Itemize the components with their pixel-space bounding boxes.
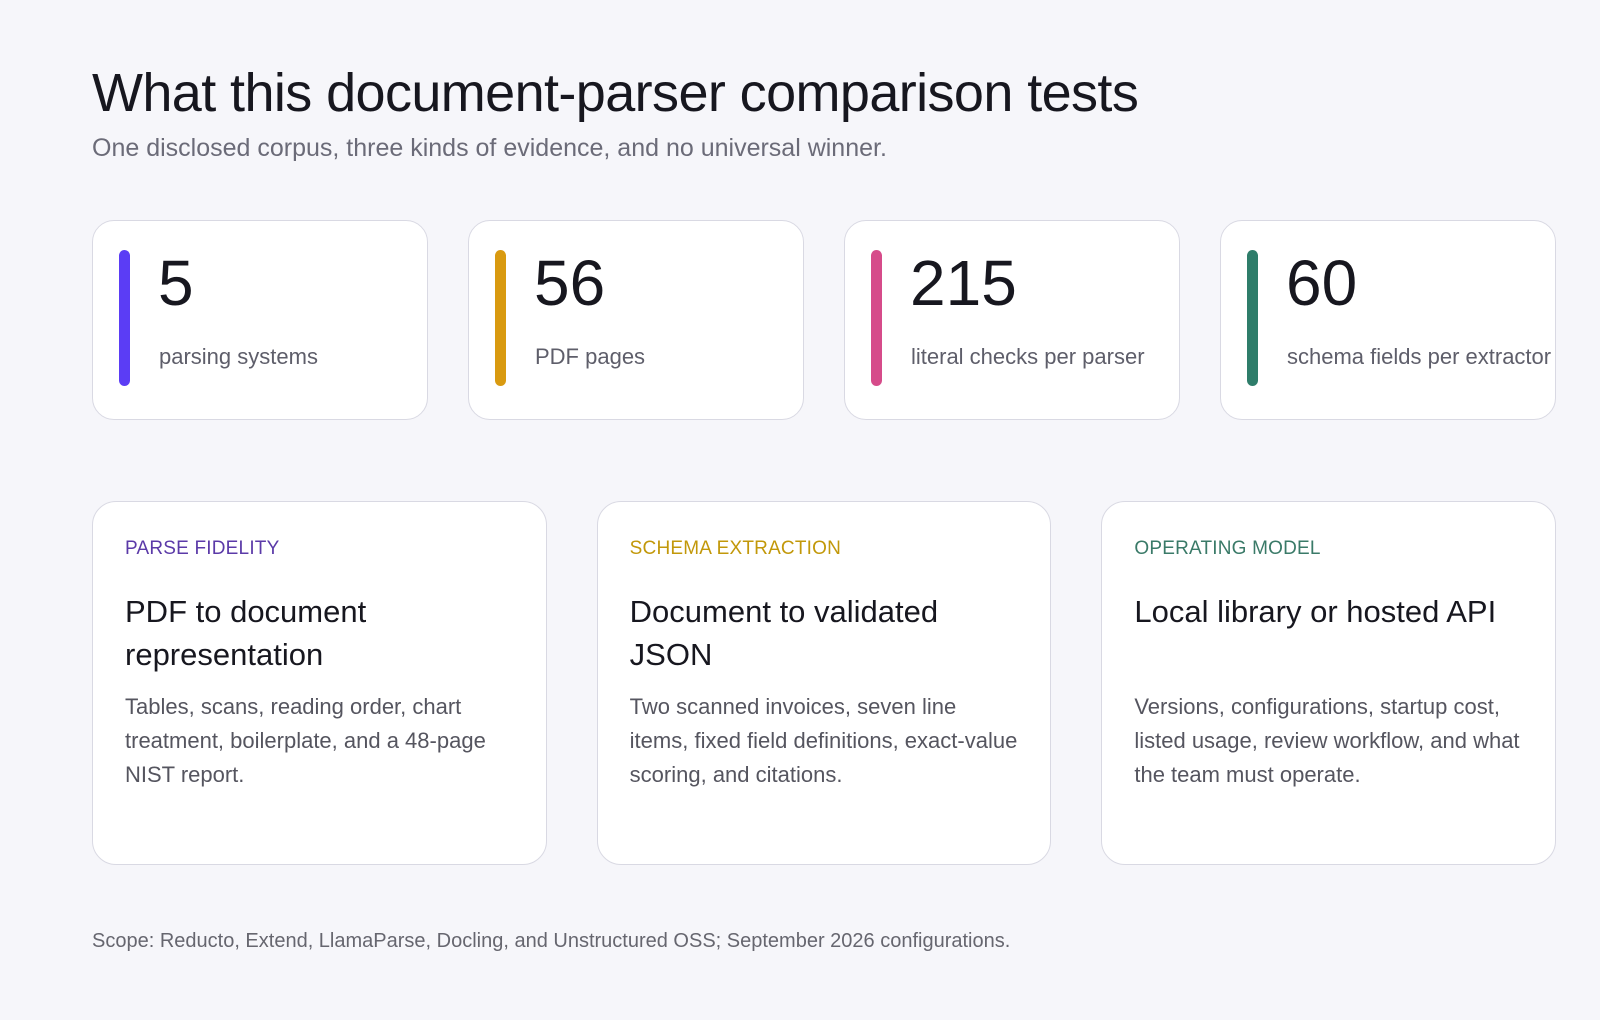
feature-body: Tables, scans, reading order, chart trea… xyxy=(125,694,486,787)
stat-label: literal checks per parser xyxy=(911,344,1145,369)
feature-card-schema-extraction: SCHEMA EXTRACTION Document to validated … xyxy=(596,501,1052,865)
feature-heading: Local library or hosted API xyxy=(1134,594,1497,629)
feature-card-operating-model: OPERATING MODEL Local library or hosted … xyxy=(1101,501,1557,865)
scope-footnote: Scope: Reducto, Extend, LlamaParse, Docl… xyxy=(92,930,1011,952)
feature-card-parse-fidelity: PARSE FIDELITY PDF to document represent… xyxy=(92,501,547,865)
stat-card-pages: 56 PDF pages xyxy=(468,220,804,420)
stat-card-checks: 215 literal checks per parser xyxy=(844,220,1180,420)
feature-eyebrow: SCHEMA EXTRACTION xyxy=(629,538,842,559)
feature-heading: Document to validated JSON xyxy=(629,594,939,672)
feature-eyebrow: OPERATING MODEL xyxy=(1134,538,1321,559)
stat-card-systems: 5 parsing systems xyxy=(92,220,428,420)
stat-accent-bar xyxy=(119,250,130,386)
stat-value: 215 xyxy=(910,247,1017,319)
feature-body: Two scanned invoices, seven line items, … xyxy=(629,694,1018,787)
feature-heading: PDF to document representation xyxy=(125,594,367,672)
stat-label: PDF pages xyxy=(535,344,646,369)
stat-label: schema fields per extractor xyxy=(1287,344,1552,369)
stat-accent-bar xyxy=(1247,250,1258,386)
stat-accent-bar xyxy=(871,250,882,386)
feature-eyebrow: PARSE FIDELITY xyxy=(125,538,280,559)
features-row: PARSE FIDELITY PDF to document represent… xyxy=(92,501,1557,865)
page-title: What this document-parser comparison tes… xyxy=(92,63,1139,123)
stat-value: 5 xyxy=(158,247,194,319)
page: What this document-parser comparison tes… xyxy=(92,0,1557,1020)
stat-accent-bar xyxy=(495,250,506,386)
stats-row: 5 parsing systems 56 PDF pages 215 liter… xyxy=(92,220,1556,420)
stat-card-fields: 60 schema fields per extractor xyxy=(1220,220,1556,420)
stat-label: parsing systems xyxy=(159,344,318,369)
page-subtitle: One disclosed corpus, three kinds of evi… xyxy=(92,134,887,162)
feature-body: Versions, configurations, startup cost, … xyxy=(1134,694,1520,787)
stat-value: 56 xyxy=(534,247,606,319)
stat-value: 60 xyxy=(1286,247,1358,319)
